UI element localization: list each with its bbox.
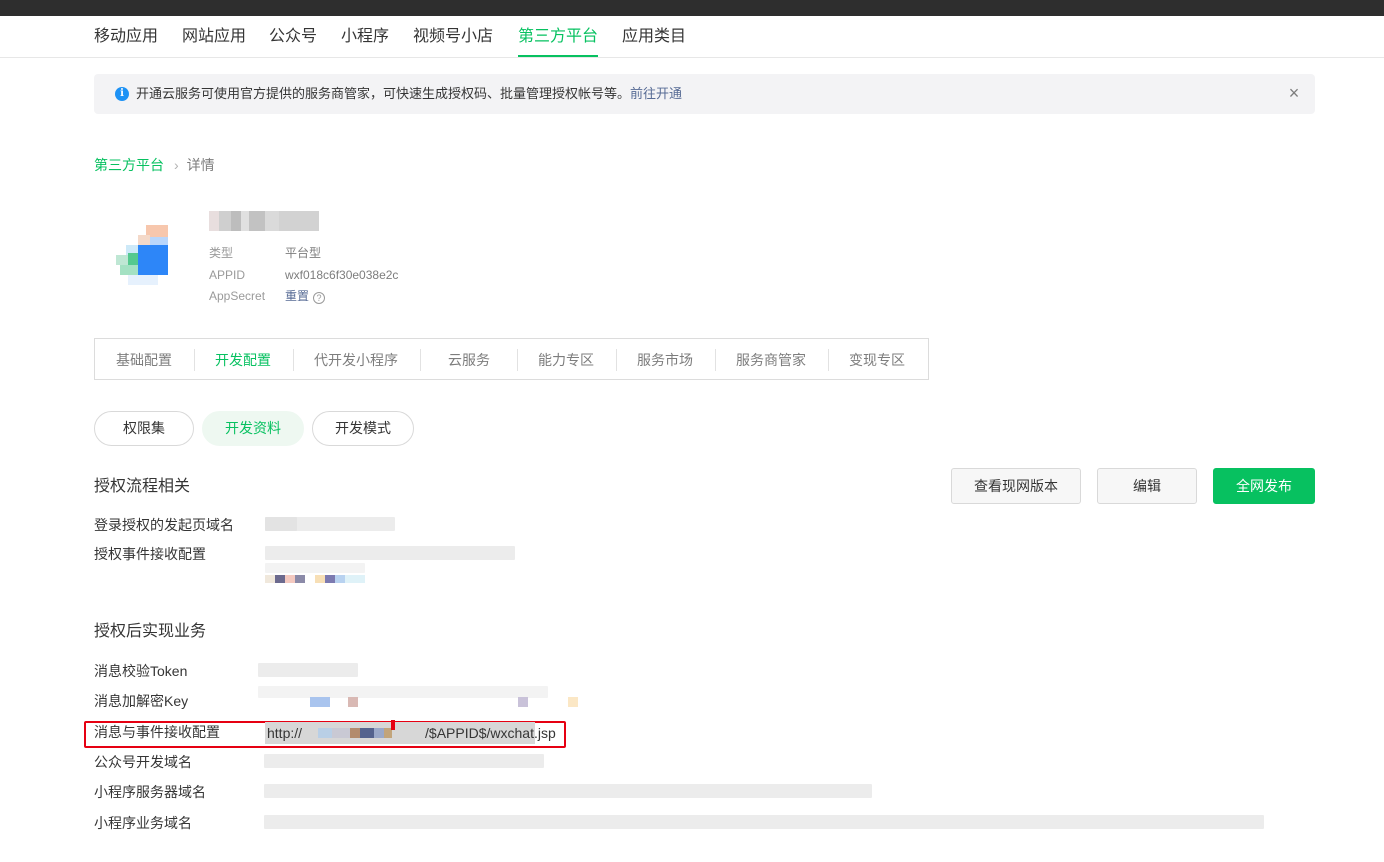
active-tab-underline — [518, 55, 598, 57]
masked-pixel — [318, 728, 332, 738]
tab-dev-config[interactable]: 开发配置 — [215, 351, 271, 369]
breadcrumb-current: 详情 — [186, 157, 215, 173]
masked-pixel — [332, 728, 350, 738]
masked-pixel — [345, 575, 365, 583]
tab-mini-program[interactable]: 小程序 — [341, 27, 389, 47]
masked-pixel — [360, 728, 374, 738]
tab-service-manager[interactable]: 服务商管家 — [736, 351, 806, 369]
tab-app-category[interactable]: 应用类目 — [622, 27, 686, 47]
tab-divider — [517, 349, 518, 371]
tab-divider — [828, 349, 829, 371]
appid-label: APPID — [209, 268, 246, 282]
appid-value: wxf018c6f30e038e2c — [285, 268, 399, 282]
tab-monetization-zone[interactable]: 变现专区 — [849, 351, 905, 369]
masked-pixel — [275, 575, 285, 583]
top-nav: 移动应用 网站应用 公众号 小程序 视频号小店 第三方平台 应用类目 — [0, 16, 1384, 58]
msg-event-config-label: 消息与事件接收配置 — [94, 724, 220, 740]
tab-divider — [616, 349, 617, 371]
notice-open-link[interactable]: 前往开通 — [630, 86, 682, 101]
notice-message: 开通云服务可使用官方提供的服务商管家，可快速生成授权码、批量管理授权帐号等。 — [136, 86, 631, 101]
breadcrumb-root[interactable]: 第三方平台 — [94, 157, 164, 173]
tab-divider — [194, 349, 195, 371]
oa-dev-domain-masked — [264, 754, 544, 768]
type-label: 类型 — [209, 246, 234, 260]
masked-pixel — [348, 697, 358, 707]
tab-divider — [293, 349, 294, 371]
encoding-key-masked — [258, 686, 548, 698]
mp-business-domain-label: 小程序业务域名 — [94, 815, 192, 831]
masked-pixel — [325, 575, 335, 583]
tab-mobile-app[interactable]: 移动应用 — [94, 27, 158, 47]
tab-cloud-service[interactable]: 云服务 — [448, 351, 490, 369]
help-icon[interactable]: ? — [313, 292, 326, 304]
close-icon[interactable]: × — [1285, 84, 1303, 102]
masked-pixel — [518, 697, 528, 707]
pill-permission-set[interactable]: 权限集 — [94, 411, 194, 446]
chevron-right-icon: › — [174, 157, 179, 173]
mp-server-domain-masked — [264, 784, 872, 798]
tab-service-market[interactable]: 服务市场 — [637, 351, 693, 369]
masked-pixel — [285, 575, 295, 583]
token-label: 消息校验Token — [94, 663, 188, 679]
token-masked — [258, 663, 358, 677]
tab-channels-store[interactable]: 视频号小店 — [413, 27, 493, 47]
mp-server-domain-label: 小程序服务器域名 — [94, 784, 206, 800]
red-marker — [391, 720, 395, 730]
url-prefix: http:// — [267, 725, 303, 741]
masked-pixel — [310, 697, 330, 707]
top-dark-bar — [0, 0, 1384, 16]
edit-button[interactable]: 编辑 — [1097, 468, 1197, 504]
masked-pixel — [335, 575, 345, 583]
tab-divider — [420, 349, 421, 371]
section-title-auth-flow: 授权流程相关 — [94, 478, 191, 495]
auth-event-config-masked — [265, 546, 515, 560]
pill-dev-info[interactable]: 开发资料 — [202, 411, 304, 446]
tab-divider — [715, 349, 716, 371]
breadcrumb: 第三方平台 › 详情 — [94, 156, 215, 174]
tab-dev-mini-program[interactable]: 代开发小程序 — [314, 351, 398, 369]
pill-dev-mode[interactable]: 开发模式 — [312, 411, 414, 446]
masked-pixel — [295, 575, 305, 583]
section-title-business: 授权后实现业务 — [94, 623, 207, 640]
appsecret-label: AppSecret — [209, 289, 266, 303]
url-suffix: /$APPID$/wxchat.jsp — [425, 725, 556, 741]
mp-business-domain-masked — [264, 815, 1264, 829]
auth-event-config-masked-2 — [265, 563, 365, 573]
masked-pixel — [568, 697, 578, 707]
type-value: 平台型 — [285, 246, 322, 260]
notice-bar: i 开通云服务可使用官方提供的服务商管家，可快速生成授权码、批量管理授权帐号等。… — [94, 74, 1315, 114]
tab-official-account[interactable]: 公众号 — [269, 27, 317, 47]
info-icon: i — [115, 87, 129, 101]
app-avatar — [116, 225, 168, 287]
masked-fragment — [265, 517, 297, 531]
tab-website-app[interactable]: 网站应用 — [182, 27, 246, 47]
encoding-key-label: 消息加解密Key — [94, 693, 189, 709]
appsecret-value: 重置? — [285, 288, 326, 304]
notice-text: 开通云服务可使用官方提供的服务商管家，可快速生成授权码、批量管理授权帐号等。前往… — [136, 86, 682, 102]
masked-pixel — [265, 575, 275, 583]
masked-pixel — [374, 728, 384, 738]
oa-dev-domain-label: 公众号开发域名 — [94, 754, 192, 770]
tab-basic-config[interactable]: 基础配置 — [116, 351, 172, 369]
auth-event-config-label: 授权事件接收配置 — [94, 546, 206, 562]
reset-secret-link[interactable]: 重置 — [285, 289, 309, 303]
masked-pixel — [315, 575, 325, 583]
login-auth-domain-label: 登录授权的发起页域名 — [94, 517, 234, 533]
sub-tab-nav: 基础配置 开发配置 代开发小程序 云服务 能力专区 服务市场 服务商管家 变现专… — [94, 338, 929, 380]
tab-third-party-platform[interactable]: 第三方平台 — [518, 27, 598, 47]
masked-pixel — [350, 728, 360, 738]
app-name-masked — [209, 211, 319, 231]
view-current-version-button[interactable]: 查看现网版本 — [951, 468, 1081, 504]
publish-all-button[interactable]: 全网发布 — [1213, 468, 1315, 504]
msg-event-url[interactable]: http:// /$APPID$/wxchat.jsp — [267, 724, 556, 742]
tab-capability-zone[interactable]: 能力专区 — [538, 351, 594, 369]
